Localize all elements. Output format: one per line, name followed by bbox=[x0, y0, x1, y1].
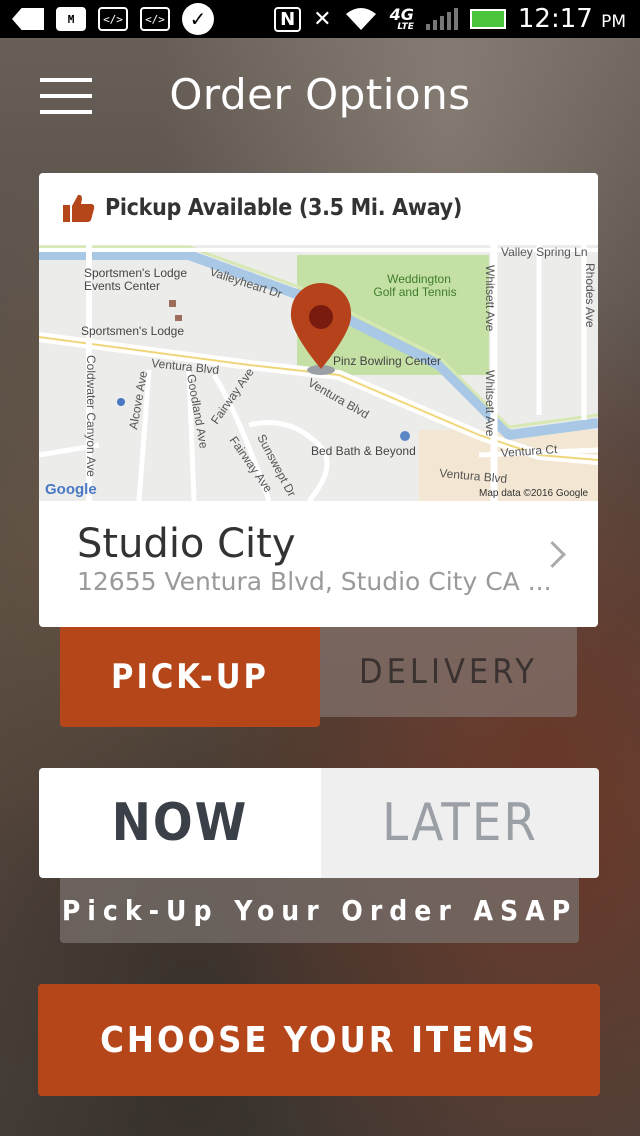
timing-note: Pick-Up Your Order ASAP bbox=[60, 878, 579, 943]
network-type: 4G LTE bbox=[389, 4, 414, 32]
map-label: Sportsmen's Lodge bbox=[84, 266, 187, 280]
mute-icon: ✕ bbox=[313, 6, 332, 32]
wifi-icon bbox=[345, 8, 376, 30]
location-card[interactable]: Pickup Available (3.5 Mi. Away) Valley S… bbox=[39, 173, 598, 627]
map-label: Pinz Bowling Center bbox=[333, 354, 441, 368]
code-icon-2: </> bbox=[140, 7, 170, 31]
code-icon: </> bbox=[98, 7, 128, 31]
shopping-icon bbox=[117, 398, 125, 406]
network-4g: 4G bbox=[389, 4, 414, 24]
page-title: Order Options bbox=[169, 70, 471, 119]
delivery-tab[interactable]: DELIVERY bbox=[320, 627, 577, 717]
clock-time: 12:17 bbox=[517, 4, 593, 34]
signal-icon bbox=[425, 8, 458, 30]
choose-items-button[interactable]: CHOOSE YOUR ITEMS bbox=[38, 984, 600, 1096]
map-attribution: Map data ©2016 Google bbox=[479, 488, 589, 499]
later-tab[interactable]: LATER bbox=[321, 768, 599, 878]
map-label: Golf and Tennis bbox=[373, 285, 456, 299]
status-bar-right: N ✕ 4G LTE 12:17 PM bbox=[274, 4, 626, 34]
map-label: Events Center bbox=[84, 279, 160, 293]
store-map[interactable]: Valley Spring Ln Valleyheart Dr Weddingt… bbox=[39, 245, 598, 501]
network-lte: LTE bbox=[397, 21, 414, 32]
status-bar: M </> </> ✓ N ✕ 4G LTE 12:17 PM bbox=[0, 0, 640, 38]
store-name: Studio City bbox=[77, 521, 296, 567]
gmail-icon: M bbox=[56, 7, 86, 31]
pickup-availability: Pickup Available (3.5 Mi. Away) bbox=[63, 193, 462, 223]
nfc-icon: N bbox=[274, 6, 302, 32]
map-label: Weddington bbox=[387, 272, 451, 286]
order-type-selector: PICK-UP DELIVERY bbox=[60, 627, 577, 727]
clock: 12:17 PM bbox=[518, 4, 626, 34]
add-tab-icon bbox=[12, 8, 44, 30]
battery-icon bbox=[469, 9, 506, 29]
map-label: Valley Spring Ln bbox=[501, 245, 588, 259]
timing-selector: NOW LATER bbox=[39, 768, 599, 878]
store-icon bbox=[400, 431, 410, 441]
pickup-status-text: Pickup Available (3.5 Mi. Away) bbox=[105, 195, 463, 221]
clock-ampm: PM bbox=[601, 12, 626, 32]
google-logo: Google bbox=[45, 481, 97, 498]
map-label: Whitsett Ave bbox=[483, 370, 497, 437]
check-badge-icon: ✓ bbox=[182, 3, 214, 35]
status-bar-left: M </> </> ✓ bbox=[12, 3, 214, 35]
now-tab[interactable]: NOW bbox=[39, 768, 321, 878]
thumbs-up-icon bbox=[63, 194, 95, 222]
poi-marker-icon bbox=[169, 300, 176, 307]
map-label: Rhodes Ave bbox=[583, 263, 597, 328]
chevron-right-icon[interactable] bbox=[539, 541, 566, 568]
map-label: Coldwater Canyon Ave bbox=[84, 355, 98, 477]
map-label: Bed Bath & Beyond bbox=[311, 444, 416, 458]
poi-marker-icon bbox=[175, 315, 182, 321]
store-address: 12655 Ventura Blvd, Studio City CA ... bbox=[77, 567, 552, 596]
map-label: Whitsett Ave bbox=[483, 265, 497, 332]
pickup-tab[interactable]: PICK-UP bbox=[60, 627, 320, 727]
map-label: Sportsmen's Lodge bbox=[81, 324, 184, 338]
